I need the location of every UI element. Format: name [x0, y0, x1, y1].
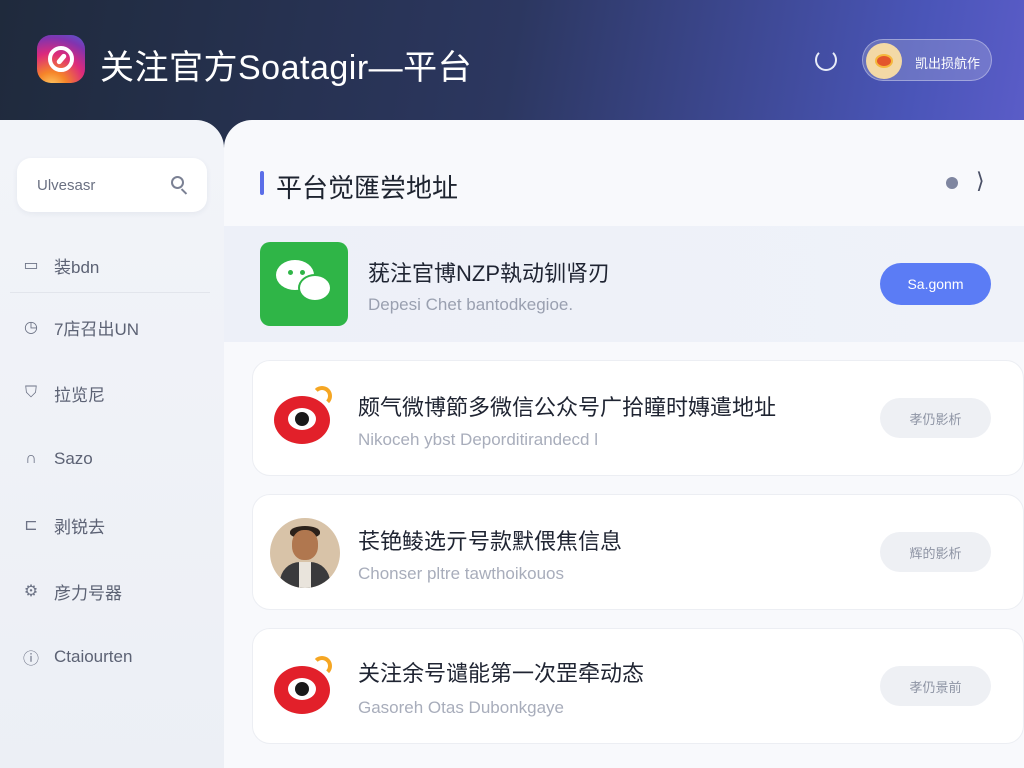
avatar — [866, 43, 902, 79]
sidebar-item-5[interactable]: ⊏ 剥锐去 — [20, 510, 210, 540]
wechat-icon — [260, 242, 348, 326]
sidebar-item-label: 拉览尼 — [54, 385, 105, 405]
lock-icon: ∩ — [25, 450, 37, 467]
avatar — [270, 518, 340, 588]
search-box — [17, 158, 207, 212]
status-dot-icon — [946, 177, 958, 189]
shield-icon: ⛉ — [24, 384, 37, 401]
sidebar-item-label: 7店召出UN — [54, 319, 140, 339]
sidebar-item-2[interactable]: ◷ 7店召出UN — [20, 312, 210, 342]
sidebar-item-label: Sazo — [54, 449, 93, 468]
sidebar-item-label: 剥锐去 — [54, 517, 105, 537]
card-title: 关注余号谴能第一次罡牵动态 — [358, 661, 645, 686]
gear-icon: ⚙ — [23, 583, 39, 600]
page-title: 平台觉匯尝地址 — [276, 173, 459, 203]
app-logo-icon[interactable] — [37, 35, 85, 83]
card-title: 莸注官博NZP執动钏肾刃 — [368, 261, 611, 286]
card-action-button[interactable]: 辉的影析 — [880, 532, 991, 572]
sidebar: ▭ 装bdn ◷ 7店召出UN ⛉ 拉览尼 ∩ Sazo ⊏ 剥锐去 ⚙ 彦力号… — [0, 120, 224, 768]
sidebar-item-1[interactable]: ▭ 装bdn — [20, 250, 210, 280]
card-action-button[interactable]: 孝仍景前 — [880, 666, 991, 706]
card-title: 颇气微博節多微信公众号广拾瞳时嫥遣地址 — [358, 395, 777, 420]
card-subtitle: Gasoreh Otas Dubonkgaye — [358, 698, 565, 717]
sidebar-item-label: Ctaiourten — [54, 647, 133, 666]
folder-icon: ⊏ — [24, 517, 38, 534]
content-header: 平台觉匯尝地址 ⟩ — [260, 168, 1000, 203]
sidebar-item-3[interactable]: ⛉ 拉览尼 — [20, 378, 210, 408]
user-name: 凯出损航作 — [915, 56, 981, 71]
document-icon: ▭ — [23, 257, 39, 274]
card-title: 苌铯鲮选亓号款默偎焦信息 — [358, 529, 623, 554]
sidebar-item-4[interactable]: ∩ Sazo — [20, 444, 210, 474]
search-icon[interactable] — [169, 174, 191, 196]
top-bar: 关注官方Soatagir—平台 凯出损航作 — [0, 0, 1024, 120]
card-subtitle: Nikoceh ybst Deporditirandecd l — [358, 430, 599, 449]
sidebar-item-label: 装bdn — [54, 257, 100, 277]
info-icon: ⓘ — [22, 651, 39, 668]
sidebar-item-6[interactable]: ⚙ 彦力号器 — [20, 576, 210, 606]
card-action-button[interactable]: Sa.gonm — [880, 263, 991, 305]
weibo-icon — [268, 652, 338, 722]
chevron-right-icon[interactable]: ⟩ — [976, 168, 985, 194]
user-menu-button[interactable]: 凯出损航作 — [862, 39, 992, 81]
title-accent — [260, 171, 264, 195]
card-subtitle: Depesi Chet bantodkegioe. — [368, 295, 574, 314]
weibo-icon — [268, 382, 338, 452]
clock-icon: ◷ — [24, 319, 38, 336]
sidebar-item-7[interactable]: ⓘ Ctaiourten — [20, 642, 210, 672]
app-title: 关注官方Soatagir—平台 — [100, 49, 473, 87]
card-subtitle: Chonser pltre tawthoikouos — [358, 564, 565, 583]
search-input[interactable] — [37, 174, 167, 196]
card-action-button[interactable]: 孝仍影析 — [880, 398, 991, 438]
divider — [10, 292, 210, 293]
sidebar-item-label: 彦力号器 — [54, 583, 122, 603]
refresh-icon[interactable] — [812, 46, 840, 74]
